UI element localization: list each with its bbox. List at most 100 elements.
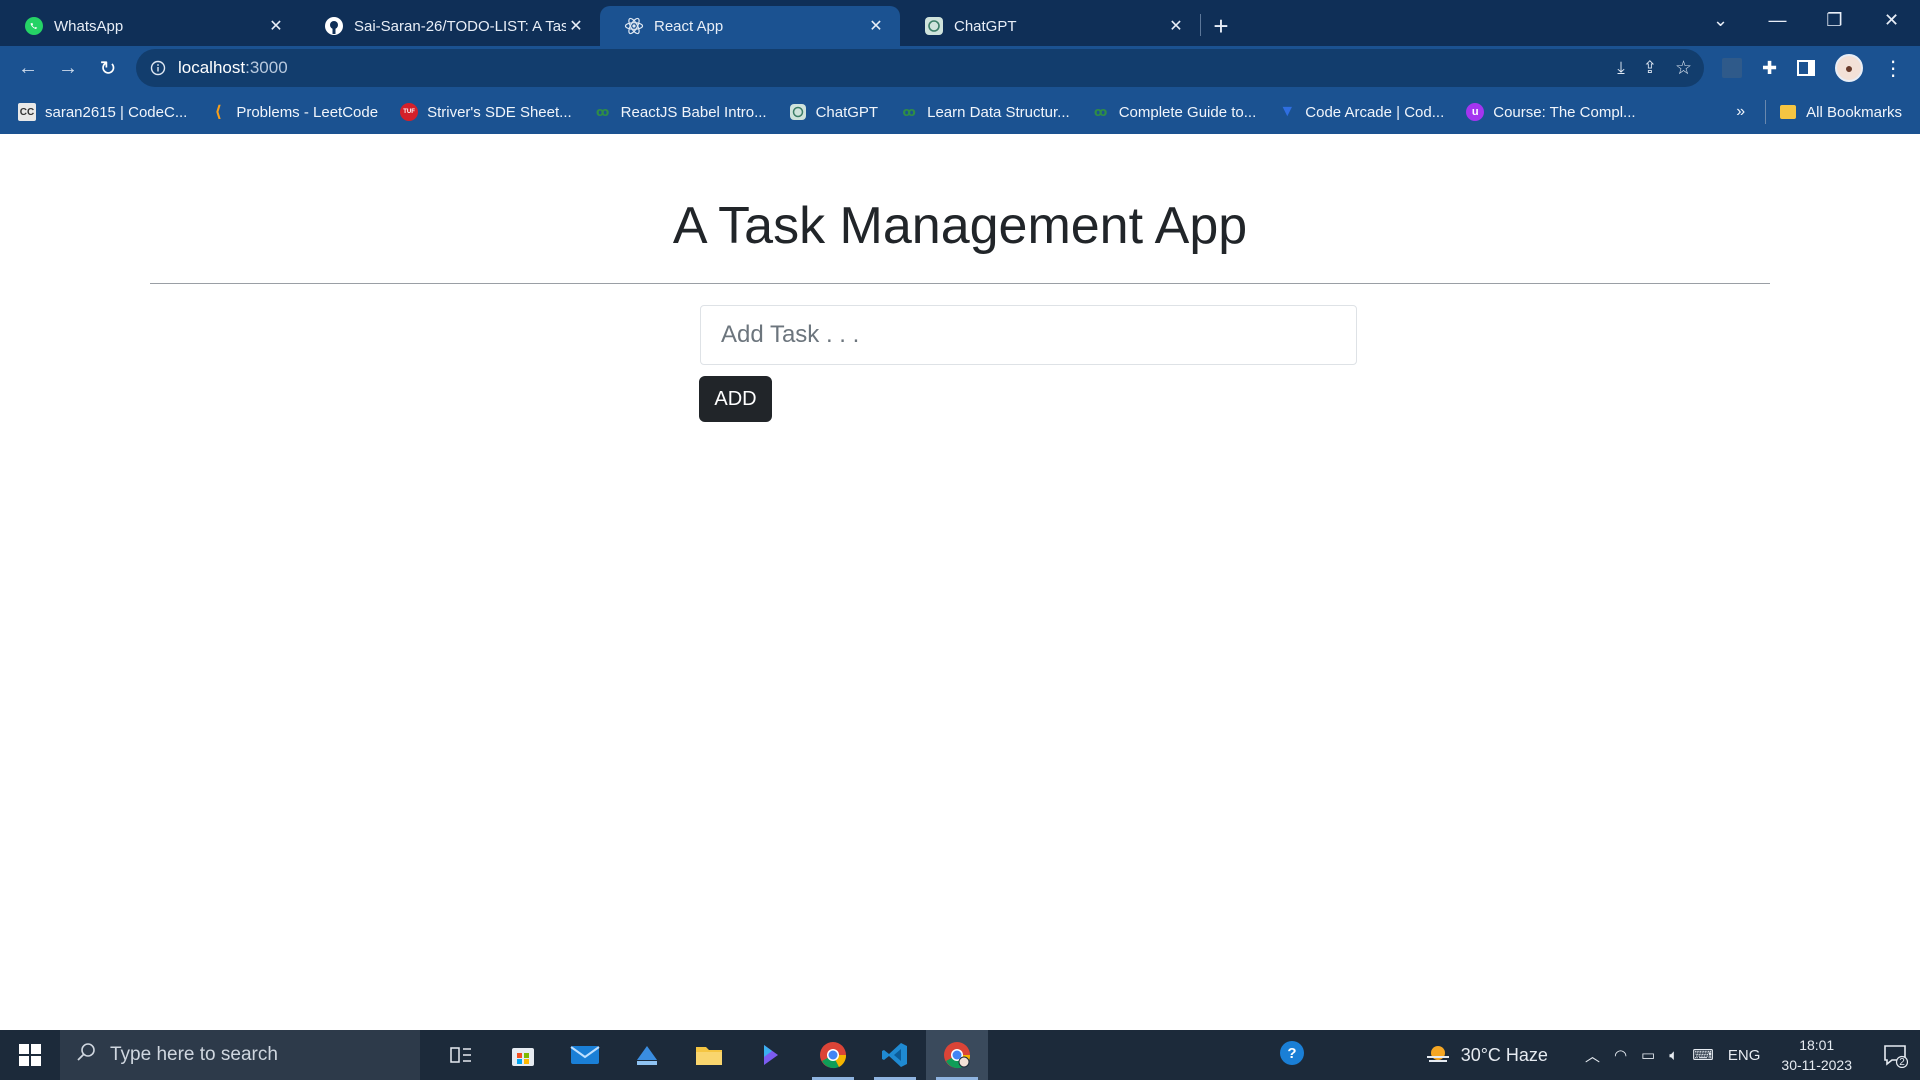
extensions-puzzle-icon[interactable]: ✚: [1762, 58, 1777, 79]
vscode-icon[interactable]: [864, 1030, 926, 1080]
divider: [1765, 100, 1767, 124]
taskbar-apps: [430, 1030, 988, 1080]
show-hidden-icons-chevron-icon[interactable]: ︿: [1585, 1045, 1600, 1066]
new-tab-button[interactable]: +: [1201, 6, 1241, 46]
help-icon[interactable]: ?: [1279, 1040, 1305, 1070]
url-port: :3000: [245, 58, 288, 77]
file-explorer-icon[interactable]: [678, 1030, 740, 1080]
page-content: A Task Management App ADD: [0, 134, 1920, 1030]
bookmark-label: Striver's SDE Sheet...: [427, 103, 572, 121]
language-indicator[interactable]: ENG: [1728, 1047, 1761, 1064]
bookmark-udemy-course[interactable]: u Course: The Compl...: [1466, 103, 1636, 121]
mail-icon[interactable]: [554, 1030, 616, 1080]
bookmark-label: Complete Guide to...: [1118, 103, 1257, 121]
install-app-icon[interactable]: ⤓: [1617, 58, 1625, 78]
github-icon: [324, 16, 344, 36]
tab-react-app[interactable]: React App ✕: [600, 6, 900, 46]
bookmark-label: Problems - LeetCode: [236, 103, 379, 121]
page-title: A Task Management App: [672, 197, 1248, 255]
folder-icon: [1780, 105, 1797, 119]
bookmark-complete-guide[interactable]: ꝏ Complete Guide to...: [1092, 103, 1257, 121]
chatgpt-icon: [789, 103, 807, 121]
bookmark-label: Code Arcade | Cod...: [1305, 103, 1445, 121]
bookmarks-overflow-icon[interactable]: »: [1736, 103, 1745, 121]
restore-icon[interactable]: ❐: [1806, 0, 1863, 40]
bookmark-chatgpt[interactable]: ChatGPT: [789, 103, 878, 121]
wifi-icon[interactable]: ◠: [1614, 1046, 1627, 1064]
clock[interactable]: 18:01 30-11-2023: [1781, 1035, 1852, 1075]
bookmark-codechef[interactable]: CC saran2615 | CodeC...: [18, 103, 187, 121]
forward-icon[interactable]: →: [48, 48, 88, 88]
bookmark-star-icon[interactable]: ☆: [1675, 57, 1692, 80]
tab-whatsapp[interactable]: WhatsApp ✕: [0, 6, 300, 46]
bookmark-label: ReactJS Babel Intro...: [620, 103, 767, 121]
svg-text:?: ?: [1287, 1045, 1296, 1062]
search-placeholder: Type here to search: [110, 1044, 278, 1065]
tab-title: React App: [654, 17, 724, 35]
close-tab-icon[interactable]: ✕: [866, 16, 886, 36]
task-view-icon[interactable]: [430, 1030, 492, 1080]
chrome-profile-icon[interactable]: [926, 1030, 988, 1080]
keyboard-icon[interactable]: ⌨: [1692, 1046, 1714, 1064]
copilot-icon[interactable]: [740, 1030, 802, 1080]
start-button[interactable]: [0, 1030, 60, 1080]
chrome-icon[interactable]: [802, 1030, 864, 1080]
system-tray: ? 30°C Haze ︿ ◠ ▭ 🔈︎ ⌨ ENG 18:01 30-11-2…: [1279, 1030, 1920, 1080]
battery-icon[interactable]: ▭: [1641, 1046, 1655, 1064]
minimize-icon[interactable]: —: [1749, 0, 1806, 40]
title-divider: [150, 283, 1770, 284]
tab-title: Sai-Saran-26/TODO-LIST: A Task: [354, 17, 566, 35]
close-tab-icon[interactable]: ✕: [1166, 16, 1186, 36]
bookmark-code-arcade[interactable]: ▼ Code Arcade | Cod...: [1278, 103, 1444, 121]
bookmark-leetcode[interactable]: ⟨ Problems - LeetCode: [209, 103, 379, 122]
udemy-icon: u: [1466, 103, 1485, 121]
microsoft-store-icon[interactable]: [492, 1030, 554, 1080]
weather-haze-icon: [1425, 1044, 1451, 1066]
site-info-icon[interactable]: [148, 58, 168, 78]
menu-kebab-icon[interactable]: ⋮: [1883, 56, 1903, 81]
volume-icon[interactable]: 🔈︎: [1669, 1047, 1678, 1064]
bookmark-reactjs-babel[interactable]: ꝏ ReactJS Babel Intro...: [594, 103, 767, 121]
profile-avatar[interactable]: ●: [1835, 54, 1864, 82]
window-controls: ⌄ — ❐ ✕: [1692, 0, 1920, 40]
reload-icon[interactable]: ↻: [88, 48, 128, 88]
add-task-button[interactable]: ADD: [699, 376, 772, 422]
tab-chatgpt[interactable]: ChatGPT ✕: [900, 6, 1200, 46]
tab-search-icon[interactable]: ⌄: [1692, 0, 1749, 40]
bookmarks-right: » All Bookmarks: [1736, 90, 1902, 134]
tuf-icon: TUF: [400, 103, 419, 121]
add-task-input[interactable]: [700, 305, 1357, 365]
side-panel-icon[interactable]: [1797, 60, 1816, 76]
bookmark-label: saran2615 | CodeC...: [45, 103, 188, 121]
notification-center-icon[interactable]: 2: [1870, 1030, 1920, 1080]
windows-logo-icon: [19, 1044, 41, 1066]
tab-github[interactable]: Sai-Saran-26/TODO-LIST: A Task ✕: [300, 6, 600, 46]
gfg-icon: ꝏ: [596, 105, 610, 119]
code-arcade-icon: ▼: [1279, 103, 1296, 120]
taskbar-search[interactable]: Type here to search: [60, 1030, 420, 1080]
tab-strip: WhatsApp ✕ Sai-Saran-26/TODO-LIST: A Tas…: [0, 0, 1920, 46]
chatgpt-icon: [924, 16, 944, 36]
back-icon[interactable]: ←: [8, 48, 48, 88]
browser-toolbar: ← → ↻ localhost:3000 ⤓ ⇪ ☆ ✚ ● ⋮: [0, 46, 1920, 90]
bookmark-striver[interactable]: TUF Striver's SDE Sheet...: [400, 103, 572, 121]
bookmarks-bar: CC saran2615 | CodeC... ⟨ Problems - Lee…: [0, 90, 1920, 134]
close-tab-icon[interactable]: ✕: [266, 16, 286, 36]
bookmark-label: Learn Data Structur...: [927, 103, 1070, 121]
bookmark-learn-ds[interactable]: ꝏ Learn Data Structur...: [900, 103, 1070, 121]
close-window-icon[interactable]: ✕: [1863, 0, 1920, 40]
close-tab-icon[interactable]: ✕: [566, 16, 586, 36]
address-bar[interactable]: localhost:3000 ⤓ ⇪ ☆: [136, 49, 1704, 87]
weather-widget[interactable]: 30°C Haze: [1425, 1044, 1548, 1066]
cloud-app-icon[interactable]: [616, 1030, 678, 1080]
share-icon[interactable]: ⇪: [1643, 58, 1657, 78]
clock-time: 18:01: [1799, 1037, 1835, 1053]
all-bookmarks-button[interactable]: All Bookmarks: [1806, 104, 1902, 121]
clock-date: 30-11-2023: [1781, 1057, 1852, 1073]
whatsapp-icon: [24, 16, 44, 36]
extension-icon[interactable]: [1722, 58, 1742, 78]
gfg-icon: ꝏ: [1094, 105, 1108, 119]
tab-title: WhatsApp: [54, 17, 124, 35]
leetcode-icon: ⟨: [214, 104, 222, 121]
react-icon: [624, 16, 644, 36]
